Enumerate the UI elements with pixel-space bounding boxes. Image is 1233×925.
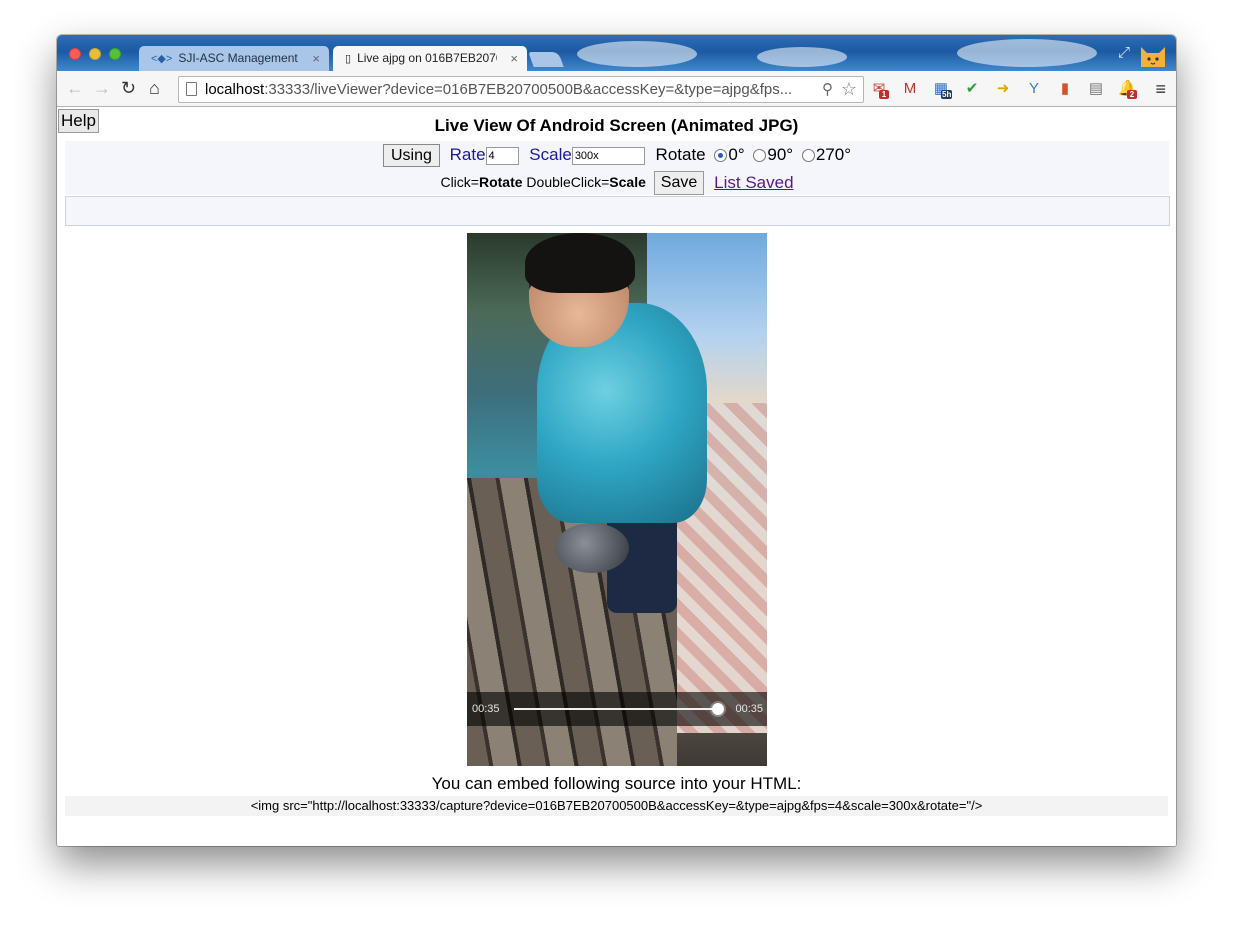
live-screen-image[interactable]: 00:35 00:35 — [467, 233, 767, 766]
menu-icon[interactable]: ≡ — [1155, 79, 1166, 100]
rotate-270-radio[interactable] — [801, 149, 815, 163]
sky-cloud — [577, 41, 697, 67]
message-area — [65, 196, 1170, 226]
reload-icon[interactable]: ↻ — [121, 79, 136, 97]
tab-sji-asc-management[interactable]: <◆> SJI-ASC Management × — [139, 46, 329, 71]
minimize-window-button[interactable] — [89, 48, 101, 60]
bookmark-star-icon[interactable]: ☆ — [841, 77, 857, 102]
page-icon: ▯ — [345, 53, 352, 65]
zoom-window-button[interactable] — [109, 48, 121, 60]
book-icon[interactable]: ▮ — [1056, 80, 1074, 98]
forward-icon[interactable]: → — [93, 79, 111, 97]
tab-live-ajpg[interactable]: ▯ Live ajpg on 016B7EB2070 × — [333, 46, 527, 71]
document-icon[interactable]: ▤ — [1087, 80, 1105, 98]
photo-pigeon — [555, 523, 629, 573]
sky-cloud — [757, 47, 847, 67]
elapsed-time: 00:35 — [472, 703, 500, 715]
save-button[interactable]: Save — [653, 171, 705, 196]
close-tab-icon[interactable]: × — [510, 46, 518, 71]
back-icon[interactable]: ← — [66, 79, 84, 97]
video-seek-handle[interactable] — [712, 703, 724, 715]
yahoo-icon[interactable]: Y — [1025, 80, 1043, 98]
scale-input[interactable]: 300x — [571, 146, 645, 165]
control-row: Using Rate 4 Scale 300x Rotate 0° 90° 270° — [65, 141, 1169, 169]
phone-send-icon[interactable]: ➜ — [994, 80, 1012, 98]
click-hint-prefix: Click= — [440, 174, 479, 190]
cat-avatar-icon[interactable] — [1138, 39, 1168, 69]
list-saved-link[interactable]: List Saved — [714, 173, 793, 192]
gmail-icon[interactable]: M — [901, 80, 919, 98]
rotate-label: Rotate — [655, 145, 706, 164]
browser-window: <◆> SJI-ASC Management × ▯ Live ajpg on 01… — [57, 35, 1176, 846]
action-row: Click=Rotate DoubleClick=Scale Save List… — [65, 169, 1169, 196]
zoom-icon[interactable]: ⚲ — [822, 77, 833, 102]
new-tab-button[interactable] — [528, 52, 564, 67]
embed-caption: You can embed following source into your… — [431, 774, 802, 793]
address-bar[interactable]: localhost:33333/liveViewer?device=016B7E… — [178, 76, 864, 103]
total-time: 00:35 — [735, 703, 763, 715]
bell-icon[interactable]: 🔔 2 — [1118, 80, 1137, 99]
page-content: Help Live View Of Android Screen (Animat… — [57, 107, 1176, 846]
dblclick-hint-action: Scale — [609, 174, 646, 190]
home-icon[interactable]: ⌂ — [149, 79, 160, 97]
title-bar: <◆> SJI-ASC Management × ▯ Live ajpg on 01… — [57, 35, 1176, 71]
click-hint-action: Rotate — [478, 174, 523, 190]
page-info-icon — [186, 82, 197, 96]
checkmark-icon[interactable]: ✔ — [963, 80, 981, 98]
rate-input[interactable]: 4 — [485, 146, 519, 165]
close-window-button[interactable] — [69, 48, 81, 60]
scale-label: Scale — [529, 145, 572, 164]
video-seek-bar[interactable] — [514, 708, 719, 710]
embed-source-code[interactable]: <img src="http://localhost:33333/capture… — [65, 796, 1168, 816]
using-button[interactable]: Using — [382, 144, 440, 168]
sky-cloud — [957, 39, 1097, 67]
rotate-0-radio[interactable] — [714, 149, 728, 163]
mail-checker-icon[interactable]: ✉ 1 — [870, 80, 889, 99]
rotate-90-radio[interactable] — [753, 149, 767, 163]
rotate-0-label[interactable]: 0° — [728, 145, 744, 164]
fullscreen-icon[interactable]: ⤢ — [1118, 44, 1130, 61]
code-icon: <◆> — [151, 53, 173, 65]
page-title: Live View Of Android Screen (Animated JP… — [434, 116, 799, 135]
browser-toolbar: ← → ↻ ⌂ localhost:33333/liveViewer?devic… — [57, 71, 1176, 107]
calendar-icon[interactable]: ▦ 5h — [932, 80, 953, 99]
rotate-270-label[interactable]: 270° — [816, 145, 851, 164]
rotate-90-label[interactable]: 90° — [767, 145, 793, 164]
photo-child-hair — [525, 233, 635, 293]
video-controls: 00:35 00:35 — [467, 692, 767, 726]
rate-label: Rate — [449, 145, 486, 164]
dblclick-hint-prefix: DoubleClick= — [522, 174, 610, 190]
close-tab-icon[interactable]: × — [312, 46, 320, 71]
